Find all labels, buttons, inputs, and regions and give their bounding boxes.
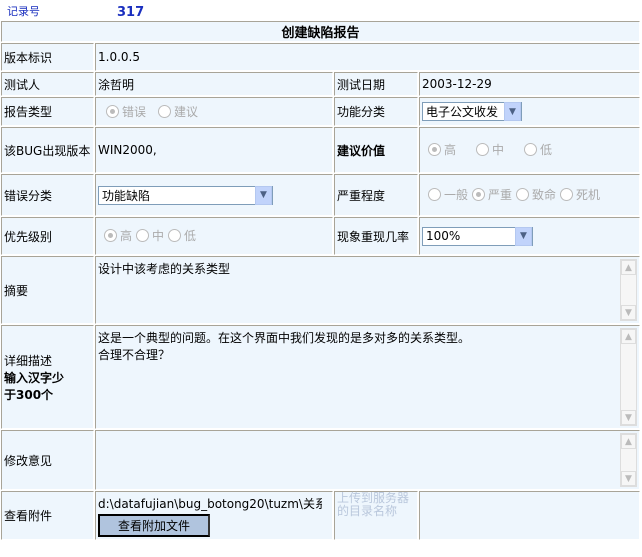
report-type-radio-error[interactable]: 错误 (106, 103, 146, 120)
scrollbar[interactable]: ▲ ▼ (620, 259, 637, 321)
detail-label: 详细描述 (4, 353, 53, 368)
radio-icon (168, 229, 182, 242)
detail-hint: 输入汉字少于300个 (4, 370, 65, 402)
radio-icon (428, 143, 441, 156)
radio-icon (136, 229, 150, 242)
severity-radio-crash[interactable]: 死机 (560, 186, 600, 203)
summary-text: 设计中该考虑的关系类型 (98, 262, 231, 276)
scroll-up-icon[interactable]: ▲ (621, 329, 636, 344)
summary-textarea[interactable]: 设计中该考虑的关系类型 ▲ ▼ (96, 257, 639, 323)
priority-label: 优先级别 (1, 217, 94, 255)
suggest-label: 建议价值 (334, 127, 418, 173)
scrollbar[interactable]: ▲ ▼ (620, 433, 637, 487)
bug-version-label: 该BUG出现版本 (1, 127, 94, 173)
chevron-down-icon: ▼ (255, 185, 272, 205)
version-value: 1.0.0.5 (95, 43, 640, 71)
repro-select[interactable]: 100% ▼ (422, 226, 533, 246)
scrollbar[interactable]: ▲ ▼ (620, 328, 637, 426)
func-select-value: 电子公文收发 (426, 105, 499, 119)
func-select[interactable]: 电子公文收发 ▼ (422, 102, 522, 121)
radio-label: 致命 (532, 188, 557, 202)
bug-version-value: WIN2000, (95, 127, 333, 173)
tester-value: 涂哲明 (95, 72, 333, 96)
radio-icon (158, 104, 172, 118)
priority-radio-mid[interactable]: 中 (136, 227, 164, 244)
radio-icon (476, 143, 490, 156)
attach-extra-cell (419, 491, 640, 540)
detail-textarea[interactable]: 这是一个典型的问题。在这个界面中我们发现的是多对多的关系类型。 合理不合理？ ▲ ▼ (96, 326, 639, 428)
priority-radio-high[interactable]: 高 (104, 227, 132, 244)
modify-textarea[interactable]: ▲ ▼ (96, 431, 639, 489)
scroll-down-icon[interactable]: ▼ (621, 410, 636, 425)
radio-icon (472, 188, 486, 201)
radio-icon (516, 188, 530, 201)
attach-path: d:\datafujian\bug_botong20\tuzm\关系类 (98, 496, 322, 511)
version-label: 版本标识 (1, 43, 94, 71)
severity-label: 严重程度 (334, 174, 418, 216)
radio-icon (106, 104, 119, 118)
date-label: 测试日期 (334, 72, 418, 96)
record-number-label: 记录号 (7, 5, 40, 18)
func-label: 功能分类 (334, 97, 418, 126)
report-type-radio-suggest[interactable]: 建议 (158, 103, 198, 120)
report-type-label: 报告类型 (1, 97, 94, 126)
defect-report-form: 创建缺陷报告 版本标识 1.0.0.5 测试人 涂哲明 测试日期 2003-12-29 … (0, 20, 641, 541)
radio-label: 高 (120, 229, 133, 243)
form-title: 创建缺陷报告 (1, 21, 640, 42)
repro-label: 现象重现几率 (334, 217, 418, 255)
error-class-select[interactable]: 功能缺陷 ▼ (98, 185, 273, 205)
repro-select-value: 100% (426, 229, 461, 243)
modify-label: 修改意见 (1, 430, 94, 490)
detail-text-line: 合理不合理？ (98, 348, 171, 362)
radio-label: 高 (444, 143, 457, 157)
radio-label: 低 (184, 229, 197, 243)
radio-label: 一般 (444, 188, 469, 202)
scroll-down-icon[interactable]: ▼ (621, 471, 636, 486)
detail-text-line: 这是一个典型的问题。在这个界面中我们发现的是多对多的关系类型。 (98, 331, 471, 345)
modify-text (96, 431, 639, 437)
radio-label: 死机 (576, 188, 601, 202)
scroll-down-icon[interactable]: ▼ (621, 305, 636, 320)
error-class-label: 错误分类 (1, 174, 94, 216)
severity-radio-fatal[interactable]: 致命 (516, 186, 556, 203)
priority-radio-low[interactable]: 低 (168, 227, 196, 244)
view-attachment-button[interactable]: 查看附加文件 (98, 513, 211, 537)
radio-label: 中 (152, 229, 165, 243)
radio-icon (524, 143, 538, 156)
radio-label: 低 (540, 143, 553, 157)
summary-label: 摘要 (1, 256, 94, 324)
record-number: 317 (117, 5, 145, 20)
severity-radio-normal[interactable]: 一般 (428, 186, 468, 203)
error-class-select-value: 功能缺陷 (102, 188, 151, 203)
suggest-radio-low[interactable]: 低 (524, 141, 552, 158)
radio-label: 中 (492, 143, 505, 157)
attach-label: 查看附件 (1, 491, 94, 540)
radio-icon (428, 188, 441, 201)
severity-radio-serious[interactable]: 严重 (472, 186, 512, 203)
tester-label: 测试人 (1, 72, 94, 96)
radio-icon (560, 188, 574, 201)
scroll-up-icon[interactable]: ▲ (621, 260, 636, 275)
radio-label: 错误 (122, 104, 147, 119)
suggest-radio-mid[interactable]: 中 (476, 141, 504, 158)
date-value: 2003-12-29 (419, 72, 640, 96)
radio-label: 建议 (174, 104, 199, 119)
chevron-down-icon: ▼ (504, 102, 521, 121)
radio-icon (104, 229, 117, 242)
radio-label: 严重 (488, 188, 513, 202)
chevron-down-icon: ▼ (515, 226, 532, 246)
scroll-up-icon[interactable]: ▲ (621, 434, 636, 449)
suggest-radio-high[interactable]: 高 (428, 141, 456, 158)
upload-hint: 上传到服务器的目录名称 (334, 491, 418, 540)
